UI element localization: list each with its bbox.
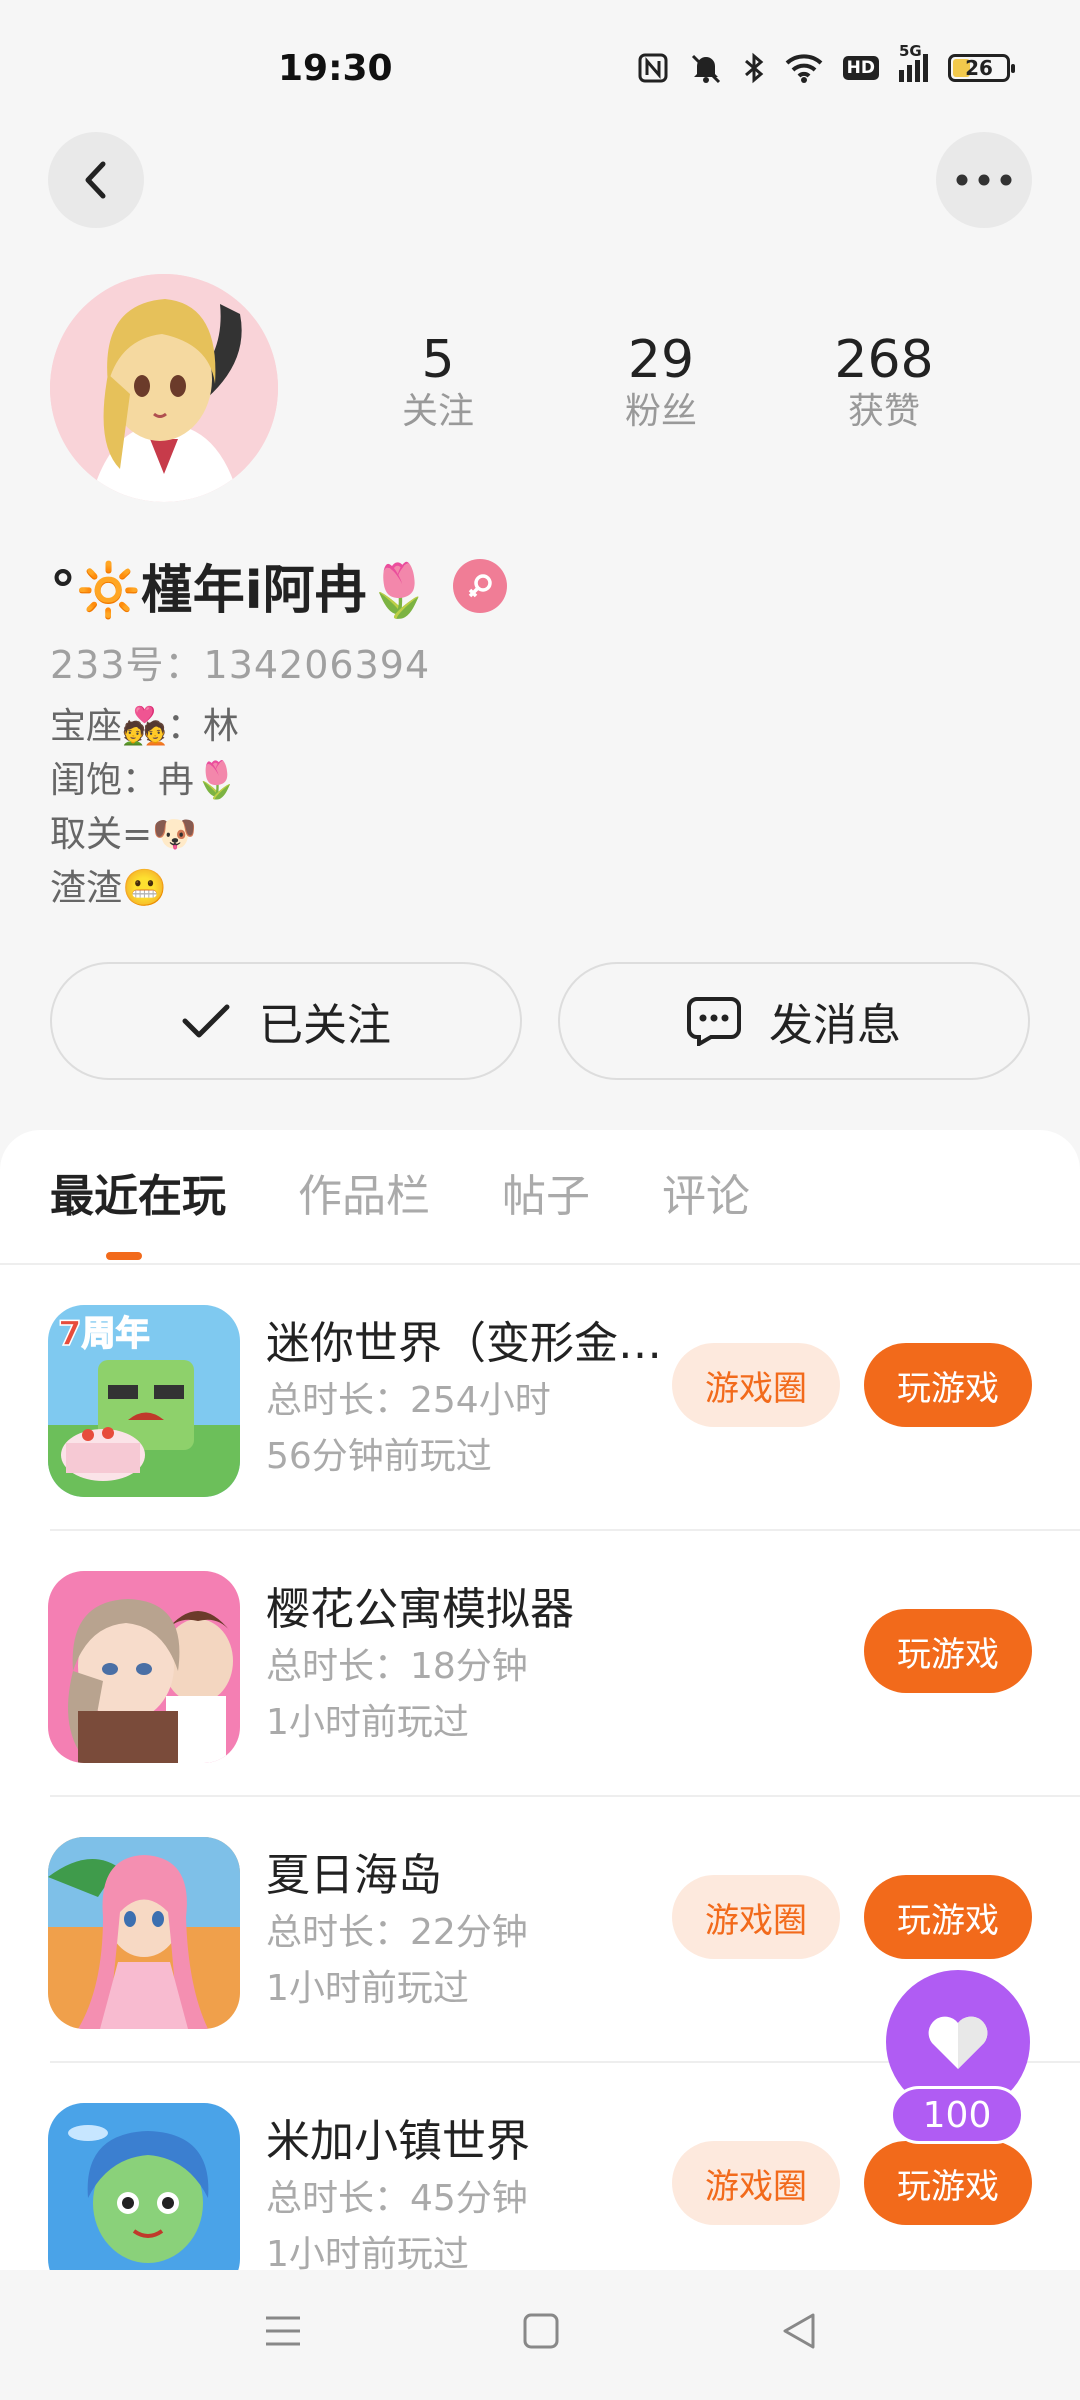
bio-line: 取关=🐶 <box>50 814 197 855</box>
mute-icon <box>691 54 720 84</box>
back-button[interactable] <box>48 132 144 228</box>
like-count-badge: 100 <box>890 2086 1024 2144</box>
tab-bar: 最近在玩 作品栏 帖子 评论 <box>50 1160 750 1224</box>
more-button[interactable] <box>936 132 1032 228</box>
tab-comments[interactable]: 评论 <box>662 1160 750 1224</box>
avatar[interactable] <box>50 274 278 502</box>
play-game-button[interactable]: 玩游戏 <box>864 1343 1032 1427</box>
message-button[interactable]: 发消息 <box>558 962 1030 1080</box>
play-game-button[interactable]: 玩游戏 <box>864 1609 1032 1693</box>
battery-icon: 26 <box>948 54 1015 82</box>
game-last-played: 56分钟前玩过 <box>266 1436 492 1477</box>
game-last-played: 1小时前玩过 <box>266 2234 469 2270</box>
wifi-icon <box>785 54 823 83</box>
game-icon <box>48 1571 240 1763</box>
battery-level: 26 <box>965 56 993 80</box>
stat-following[interactable]: 5 关注 <box>338 330 538 434</box>
play-game-button[interactable]: 玩游戏 <box>864 2141 1032 2225</box>
back-nav-icon[interactable] <box>780 2312 818 2350</box>
bio-line: 宝座💑：林 <box>50 706 239 747</box>
game-circle-button[interactable]: 游戏圈 <box>672 2141 840 2225</box>
bluetooth-icon <box>744 52 763 84</box>
game-icon: 7周年 <box>48 1305 240 1497</box>
followed-button[interactable]: 已关注 <box>50 962 522 1080</box>
profile-name-row: °🔆槿年i阿冉🌷 <box>50 548 508 623</box>
nfc-icon <box>638 53 668 83</box>
game-icon <box>48 1837 240 2029</box>
back-icon <box>85 161 106 199</box>
likes-count: 268 <box>834 330 934 390</box>
game-duration: 总时长：22分钟 <box>266 1912 528 1953</box>
game-title: 迷你世界（变形金刚… <box>266 1318 666 1369</box>
chat-icon <box>687 997 741 1046</box>
heart-icon <box>928 2016 988 2069</box>
bio-line: 闺饱：冉🌷 <box>50 760 239 801</box>
game-duration: 总时长：45分钟 <box>266 2178 528 2219</box>
status-icons: HD 5G 26 <box>637 42 1015 84</box>
status-time: 19:30 <box>278 48 393 89</box>
game-duration: 总时长：18分钟 <box>266 1646 528 1687</box>
play-game-button[interactable]: 玩游戏 <box>864 1875 1032 1959</box>
signal-icon: 5G <box>899 42 928 82</box>
game-circle-button[interactable]: 游戏圈 <box>672 1875 840 1959</box>
tab-indicator <box>106 1252 142 1260</box>
hd-icon: HD <box>842 56 879 80</box>
network-label: 5G <box>899 42 922 60</box>
more-icon <box>956 174 1012 186</box>
stat-followers[interactable]: 29 粉丝 <box>561 330 761 434</box>
game-title: 樱花公寓模拟器 <box>266 1584 574 1635</box>
game-duration: 总时长：254小时 <box>266 1380 551 1421</box>
game-last-played: 1小时前玩过 <box>266 1702 469 1743</box>
stat-likes[interactable]: 268 获赞 <box>784 330 984 434</box>
game-title: 米加小镇世界 <box>266 2116 530 2167</box>
game-icon-badge: 7周年 <box>58 1314 150 1354</box>
check-icon <box>182 1004 230 1038</box>
game-row[interactable]: 7周年 迷你世界（变形金刚… 总时长：254小时 56分钟前玩过 游戏圈 玩游戏 <box>0 1265 1080 1531</box>
followers-count: 29 <box>627 330 695 390</box>
followers-label: 粉丝 <box>624 391 697 432</box>
user-id: 233号：134206394 <box>50 643 431 687</box>
tab-posts[interactable]: 帖子 <box>502 1160 590 1224</box>
following-count: 5 <box>421 330 455 390</box>
followed-label: 已关注 <box>259 1000 391 1051</box>
system-nav-bar <box>0 2270 1080 2400</box>
game-row[interactable]: 樱花公寓模拟器 总时长：18分钟 1小时前玩过 玩游戏 <box>0 1531 1080 1797</box>
following-label: 关注 <box>401 391 474 432</box>
message-label: 发消息 <box>769 1000 901 1051</box>
bio-line: 渣渣😬 <box>50 868 167 909</box>
game-title: 夏日海岛 <box>266 1850 442 1901</box>
menu-icon[interactable] <box>264 2314 302 2348</box>
game-icon <box>48 2103 240 2270</box>
female-icon <box>453 558 508 613</box>
game-circle-button[interactable]: 游戏圈 <box>672 1343 840 1427</box>
tab-recent-playing[interactable]: 最近在玩 <box>50 1160 226 1224</box>
bio: 宝座💑：林 闺饱：冉🌷 取关=🐶 渣渣😬 <box>50 700 239 916</box>
profile-name: °🔆槿年i阿冉🌷 <box>50 561 432 621</box>
tab-works[interactable]: 作品栏 <box>298 1160 430 1224</box>
likes-label: 获赞 <box>847 391 920 432</box>
game-last-played: 1小时前玩过 <box>266 1968 469 2009</box>
home-icon[interactable] <box>522 2312 560 2350</box>
